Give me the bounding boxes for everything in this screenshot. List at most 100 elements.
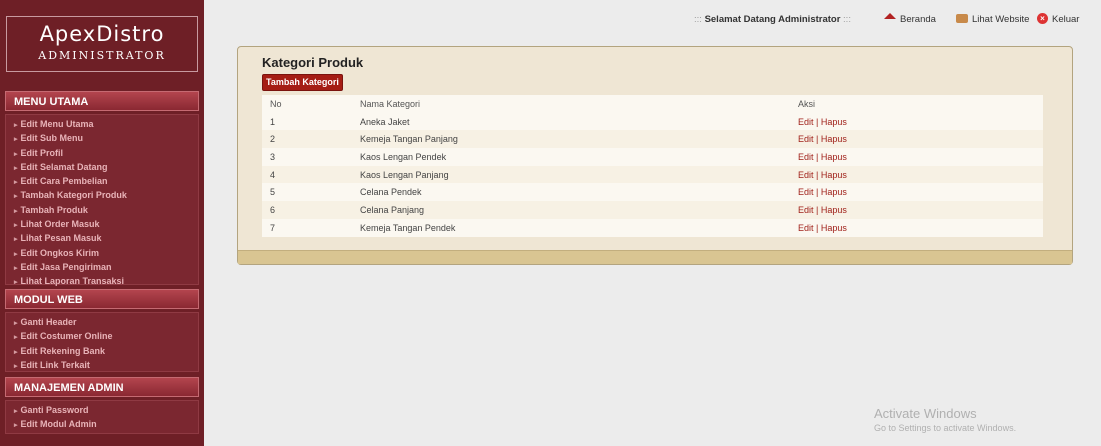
manajemen-admin-header: MANAJEMEN ADMIN [5,377,199,397]
edit-link[interactable]: Edit [798,205,814,215]
home-icon [884,13,896,20]
sidebar-item-edit-cara-pembelian[interactable]: ▸ Edit Cara Pembelian [6,174,198,188]
delete-link[interactable]: Hapus [821,134,847,144]
sidebar-item-lihat-order-masuk[interactable]: ▸ Lihat Order Masuk [6,217,198,231]
website-icon [956,13,968,23]
arrow-icon: ▸ [14,264,18,272]
content-panel: Kategori Produk Tambah Kategori No Nama … [237,46,1073,265]
category-name: Celana Panjang [360,201,798,219]
table-row: 4 Kaos Lengan Panjang Edit | Hapus [262,165,1043,184]
delete-link[interactable]: Hapus [821,187,847,197]
column-header-action: Aksi [798,95,1043,113]
arrow-icon: ▸ [14,150,18,158]
row-number: 2 [262,130,360,149]
keluar-link[interactable]: × Keluar [1037,13,1079,25]
row-actions: Edit | Hapus [798,183,1043,202]
beranda-link[interactable]: Beranda [884,13,936,25]
row-number: 6 [262,201,360,219]
logout-icon: × [1037,13,1048,24]
sidebar-item-edit-ongkos-kirim[interactable]: ▸ Edit Ongkos Kirim [6,246,198,260]
edit-link[interactable]: Edit [798,170,814,180]
sidebar-item-edit-link-terkait[interactable]: ▸ Edit Link Terkait [6,358,198,372]
sidebar-item-ganti-header[interactable]: ▸ Ganti Header [6,315,198,329]
category-name: Kemeja Tangan Pendek [360,218,798,237]
arrow-icon: ▸ [14,164,18,172]
row-number: 5 [262,183,360,202]
arrow-icon: ▸ [14,179,18,187]
delete-link[interactable]: Hapus [821,170,847,180]
table-row: 3 Kaos Lengan Pendek Edit | Hapus [262,148,1043,166]
add-category-button[interactable]: Tambah Kategori [262,74,343,91]
sidebar-item-edit-modul-admin[interactable]: ▸ Edit Modul Admin [6,417,198,431]
edit-link[interactable]: Edit [798,117,814,127]
sidebar-item-edit-selamat-datang[interactable]: ▸ Edit Selamat Datang [6,160,198,174]
arrow-icon: ▸ [14,422,18,430]
action-separator: | [816,134,819,145]
row-number: 7 [262,218,360,237]
row-number: 1 [262,112,360,131]
column-header-name: Nama Kategori [360,95,798,113]
sidebar-item-lihat-pesan-masuk[interactable]: ▸ Lihat Pesan Masuk [6,231,198,245]
arrow-icon: ▸ [14,334,18,342]
arrow-icon: ▸ [14,207,18,215]
sidebar-item-edit-costumer-online[interactable]: ▸ Edit Costumer Online [6,329,198,343]
arrow-icon: ▸ [14,408,18,415]
table-row: 5 Celana Pendek Edit | Hapus [262,183,1043,202]
menu-utama-header: MENU UTAMA [5,91,199,111]
edit-link[interactable]: Edit [798,134,814,144]
arrow-icon: ▸ [14,236,18,244]
lihat-website-link[interactable]: Lihat Website [956,13,1029,25]
logo[interactable]: ApexDistro ADMINISTRATOR [6,16,198,72]
watermark-line1: Activate Windows [874,406,977,421]
manajemen-admin-list: ▸ Ganti Password ▸ Edit Modul Admin [5,400,199,434]
sidebar-item-edit-menu-utama[interactable]: ▸ Edit Menu Utama [6,117,198,131]
row-actions: Edit | Hapus [798,165,1043,184]
table-row: 7 Kemeja Tangan Pendek Edit | Hapus [262,218,1043,237]
category-name: Kemeja Tangan Panjang [360,130,798,149]
sidebar-item-edit-jasa-pengiriman[interactable]: ▸ Edit Jasa Pengiriman [6,260,198,274]
arrow-icon: ▸ [14,362,18,370]
delete-link[interactable]: Hapus [821,152,847,162]
menu-utama-list: ▸ Edit Menu Utama ▸ Edit Sub Menu ▸ Edit Pr… [5,114,199,288]
arrow-icon: ▸ [14,320,18,327]
sidebar-item-edit-profil[interactable]: ▸ Edit Profil [6,146,198,160]
top-bar: ::: Selamat Datang Administrator ::: Ber… [204,0,1101,25]
sidebar-item-tambah-produk[interactable]: ▸ Tambah Produk [6,203,198,217]
row-number: 4 [262,165,360,184]
arrow-icon: ▸ [14,193,18,201]
sidebar-item-edit-rekening-bank[interactable]: ▸ Edit Rekening Bank [6,344,198,358]
action-separator: | [816,169,819,180]
logo-subtitle: ADMINISTRATOR [38,49,166,62]
row-actions: Edit | Hapus [798,201,1043,219]
sidebar-item-ganti-password[interactable]: ▸ Ganti Password [6,403,198,417]
category-table: No Nama Kategori Aksi 1 Aneka Jaket Edit… [262,95,1043,237]
panel-footer [238,250,1072,264]
edit-link[interactable]: Edit [798,152,814,162]
action-separator: | [816,204,819,215]
arrow-icon: ▸ [14,279,18,287]
arrow-icon: ▸ [14,348,18,356]
delete-link[interactable]: Hapus [821,223,847,233]
edit-link[interactable]: Edit [798,223,814,233]
edit-link[interactable]: Edit [798,187,814,197]
delete-link[interactable]: Hapus [821,205,847,215]
table-row: 2 Kemeja Tangan Panjang Edit | Hapus [262,130,1043,149]
sidebar-item-edit-sub-menu[interactable]: ▸ Edit Sub Menu [6,131,198,145]
row-actions: Edit | Hapus [798,148,1043,166]
welcome-text: ::: Selamat Datang Administrator ::: [694,14,851,25]
modul-web-header: MODUL WEB [5,289,199,309]
arrow-icon: ▸ [14,122,18,129]
sidebar-item-lihat-laporan-transaksi[interactable]: ▸ Lihat Laporan Transaksi [6,274,198,288]
row-number: 3 [262,148,360,166]
sidebar-item-tambah-kategori-produk[interactable]: ▸ Tambah Kategori Produk [6,188,198,202]
table-row: 6 Celana Panjang Edit | Hapus [262,201,1043,219]
modul-web-list: ▸ Ganti Header ▸ Edit Costumer Online ▸ Edi… [5,312,199,372]
row-actions: Edit | Hapus [798,112,1043,131]
row-actions: Edit | Hapus [798,218,1043,237]
page-title: Kategori Produk [262,55,364,70]
row-actions: Edit | Hapus [798,130,1043,149]
sidebar: ApexDistro ADMINISTRATOR MENU UTAMA ▸ Edi… [0,0,204,446]
delete-link[interactable]: Hapus [821,117,847,127]
arrow-icon: ▸ [14,222,18,230]
logo-title: ApexDistro [39,22,165,46]
